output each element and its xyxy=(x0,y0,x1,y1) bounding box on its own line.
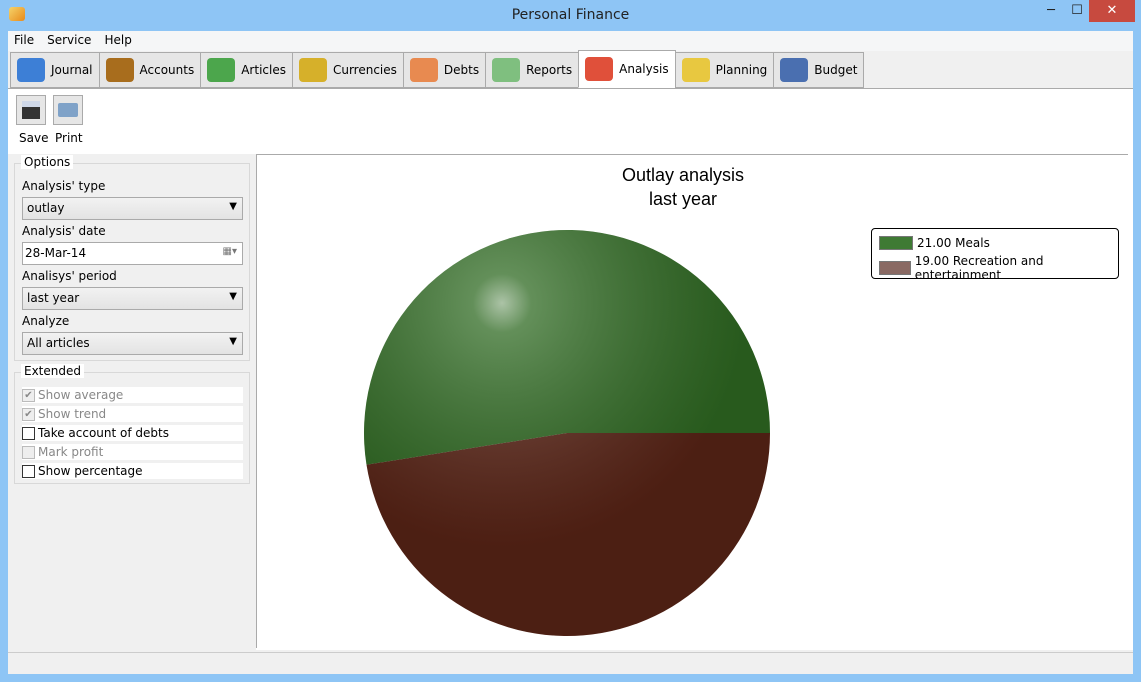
handshake-icon xyxy=(409,58,438,82)
checkbox-box[interactable] xyxy=(22,445,35,459)
checkbox-box[interactable] xyxy=(22,464,35,478)
legend-item-recreation: 19.00 Recreation and entertainment xyxy=(879,254,1118,282)
analyze-value: All articles xyxy=(27,336,90,350)
tab-label: Reports xyxy=(526,63,573,77)
checkbox-take-account-of-debts[interactable]: Take account of debts xyxy=(22,425,243,441)
options-sidebar: Options Analysis' type outlay ▼ Analysis'… xyxy=(8,154,256,651)
folder-clock-icon xyxy=(681,58,710,82)
calculator-icon xyxy=(492,58,521,82)
print-label: Print xyxy=(55,131,83,145)
tab-accounts[interactable]: Accounts xyxy=(98,52,202,88)
maximize-button[interactable]: ☐ xyxy=(1062,0,1092,22)
checkbox-label: Mark profit xyxy=(38,445,104,459)
legend-label: 19.00 Recreation and entertainment xyxy=(914,254,1044,282)
floppy-icon xyxy=(22,101,40,119)
chevron-down-icon: ▼ xyxy=(229,201,237,212)
checkbox-label: Show average xyxy=(38,388,124,402)
menu-file[interactable]: File xyxy=(14,33,34,49)
book-icon xyxy=(17,58,45,82)
checkbox-label: Show percentage xyxy=(38,464,143,478)
analysis-period-select[interactable]: last year ▼ xyxy=(22,287,243,310)
analysis-date-value: 28-Mar-14 xyxy=(25,246,87,260)
options-title: Options xyxy=(21,155,74,169)
tab-label: Articles xyxy=(241,63,286,77)
tab-debts[interactable]: Debts xyxy=(402,52,487,88)
extended-title: Extended xyxy=(21,364,84,378)
coins-icon xyxy=(298,58,327,82)
chart-legend: 21.00 Meals 19.00 Recreation and enterta… xyxy=(871,228,1119,282)
analysis-date-label: Analysis' date xyxy=(22,224,106,238)
analysis-period-label: Analisys' period xyxy=(22,269,117,283)
chevron-down-icon: ▼ xyxy=(229,291,237,302)
options-group: Options Analysis' type outlay ▼ Analysis'… xyxy=(14,155,250,361)
checkbox-box[interactable] xyxy=(22,426,35,440)
checkbox-label: Take account of debts xyxy=(38,426,169,440)
tab-bar: Journal Accounts Articles Currencies Debts Re… xyxy=(10,50,865,88)
tab-articles[interactable]: Articles xyxy=(200,52,293,88)
chevron-down-icon: ▼ xyxy=(229,336,237,347)
analysis-type-value: outlay xyxy=(27,201,65,215)
checkbox-show-trend[interactable]: ✔ Show trend xyxy=(22,406,243,422)
checkbox-box[interactable]: ✔ xyxy=(22,407,35,421)
calendar-icon[interactable]: ▦▾ xyxy=(223,246,237,257)
menu-service[interactable]: Service xyxy=(47,33,91,49)
tab-label: Analysis xyxy=(619,62,669,76)
tab-label: Planning xyxy=(715,63,768,77)
checkbox-show-percentage[interactable]: Show percentage xyxy=(22,463,243,479)
legend-label: 21.00 Meals xyxy=(917,236,990,250)
tab-planning[interactable]: Planning xyxy=(674,52,775,88)
tab-journal[interactable]: Journal xyxy=(10,52,100,88)
close-button[interactable]: ✕ xyxy=(1089,0,1135,22)
tab-label: Debts xyxy=(443,63,480,77)
tab-analysis[interactable]: Analysis xyxy=(578,50,676,88)
print-button[interactable] xyxy=(53,95,83,125)
analysis-panel: Save Print Options Analysis' type outlay… xyxy=(8,88,1133,651)
tab-label: Accounts xyxy=(139,63,195,77)
envelope-money-icon xyxy=(207,58,236,82)
pie-highlight xyxy=(364,230,770,636)
tab-label: Journal xyxy=(51,63,93,77)
save-label: Save xyxy=(19,131,49,145)
menu-bar: File Service Help xyxy=(8,31,1133,51)
main-window: File Service Help Journal Accounts Article… xyxy=(8,31,1133,674)
tab-currencies[interactable]: Currencies xyxy=(291,52,404,88)
paragraph-icon xyxy=(780,58,809,82)
checkbox-show-average[interactable]: ✔ Show average xyxy=(22,387,243,403)
analysis-period-value: last year xyxy=(27,291,80,305)
legend-swatch xyxy=(879,236,913,250)
checkbox-mark-profit[interactable]: Mark profit xyxy=(22,444,243,460)
checkbox-label: Show trend xyxy=(38,407,107,421)
tab-label: Currencies xyxy=(332,63,397,77)
analyze-select[interactable]: All articles ▼ xyxy=(22,332,243,355)
extended-group: Extended ✔ Show average ✔ Show trend Take ac… xyxy=(14,364,250,484)
tab-label: Budget xyxy=(814,63,858,77)
analysis-type-label: Analysis' type xyxy=(22,179,106,193)
status-bar xyxy=(8,652,1133,672)
analysis-type-select[interactable]: outlay ▼ xyxy=(22,197,243,220)
window-title: Personal Finance xyxy=(511,7,630,23)
tab-budget[interactable]: Budget xyxy=(773,52,865,88)
tab-reports[interactable]: Reports xyxy=(485,52,580,88)
wallet-icon xyxy=(105,58,134,82)
save-button[interactable] xyxy=(16,95,46,125)
checkbox-box[interactable]: ✔ xyxy=(22,388,35,402)
legend-item-meals: 21.00 Meals xyxy=(879,236,990,250)
printer-icon xyxy=(58,103,78,117)
menu-help[interactable]: Help xyxy=(104,33,131,49)
title-bar: Personal Finance ─ ☐ ✕ xyxy=(0,0,1141,31)
pie-chart: Outlay analysis last year 21.00 Meals 19… xyxy=(256,154,1128,648)
analysis-date-picker[interactable]: 28-Mar-14 ▦▾ xyxy=(22,242,243,265)
legend-swatch xyxy=(879,261,911,275)
analyze-label: Analyze xyxy=(22,314,70,328)
pie-chart-icon xyxy=(585,57,614,81)
